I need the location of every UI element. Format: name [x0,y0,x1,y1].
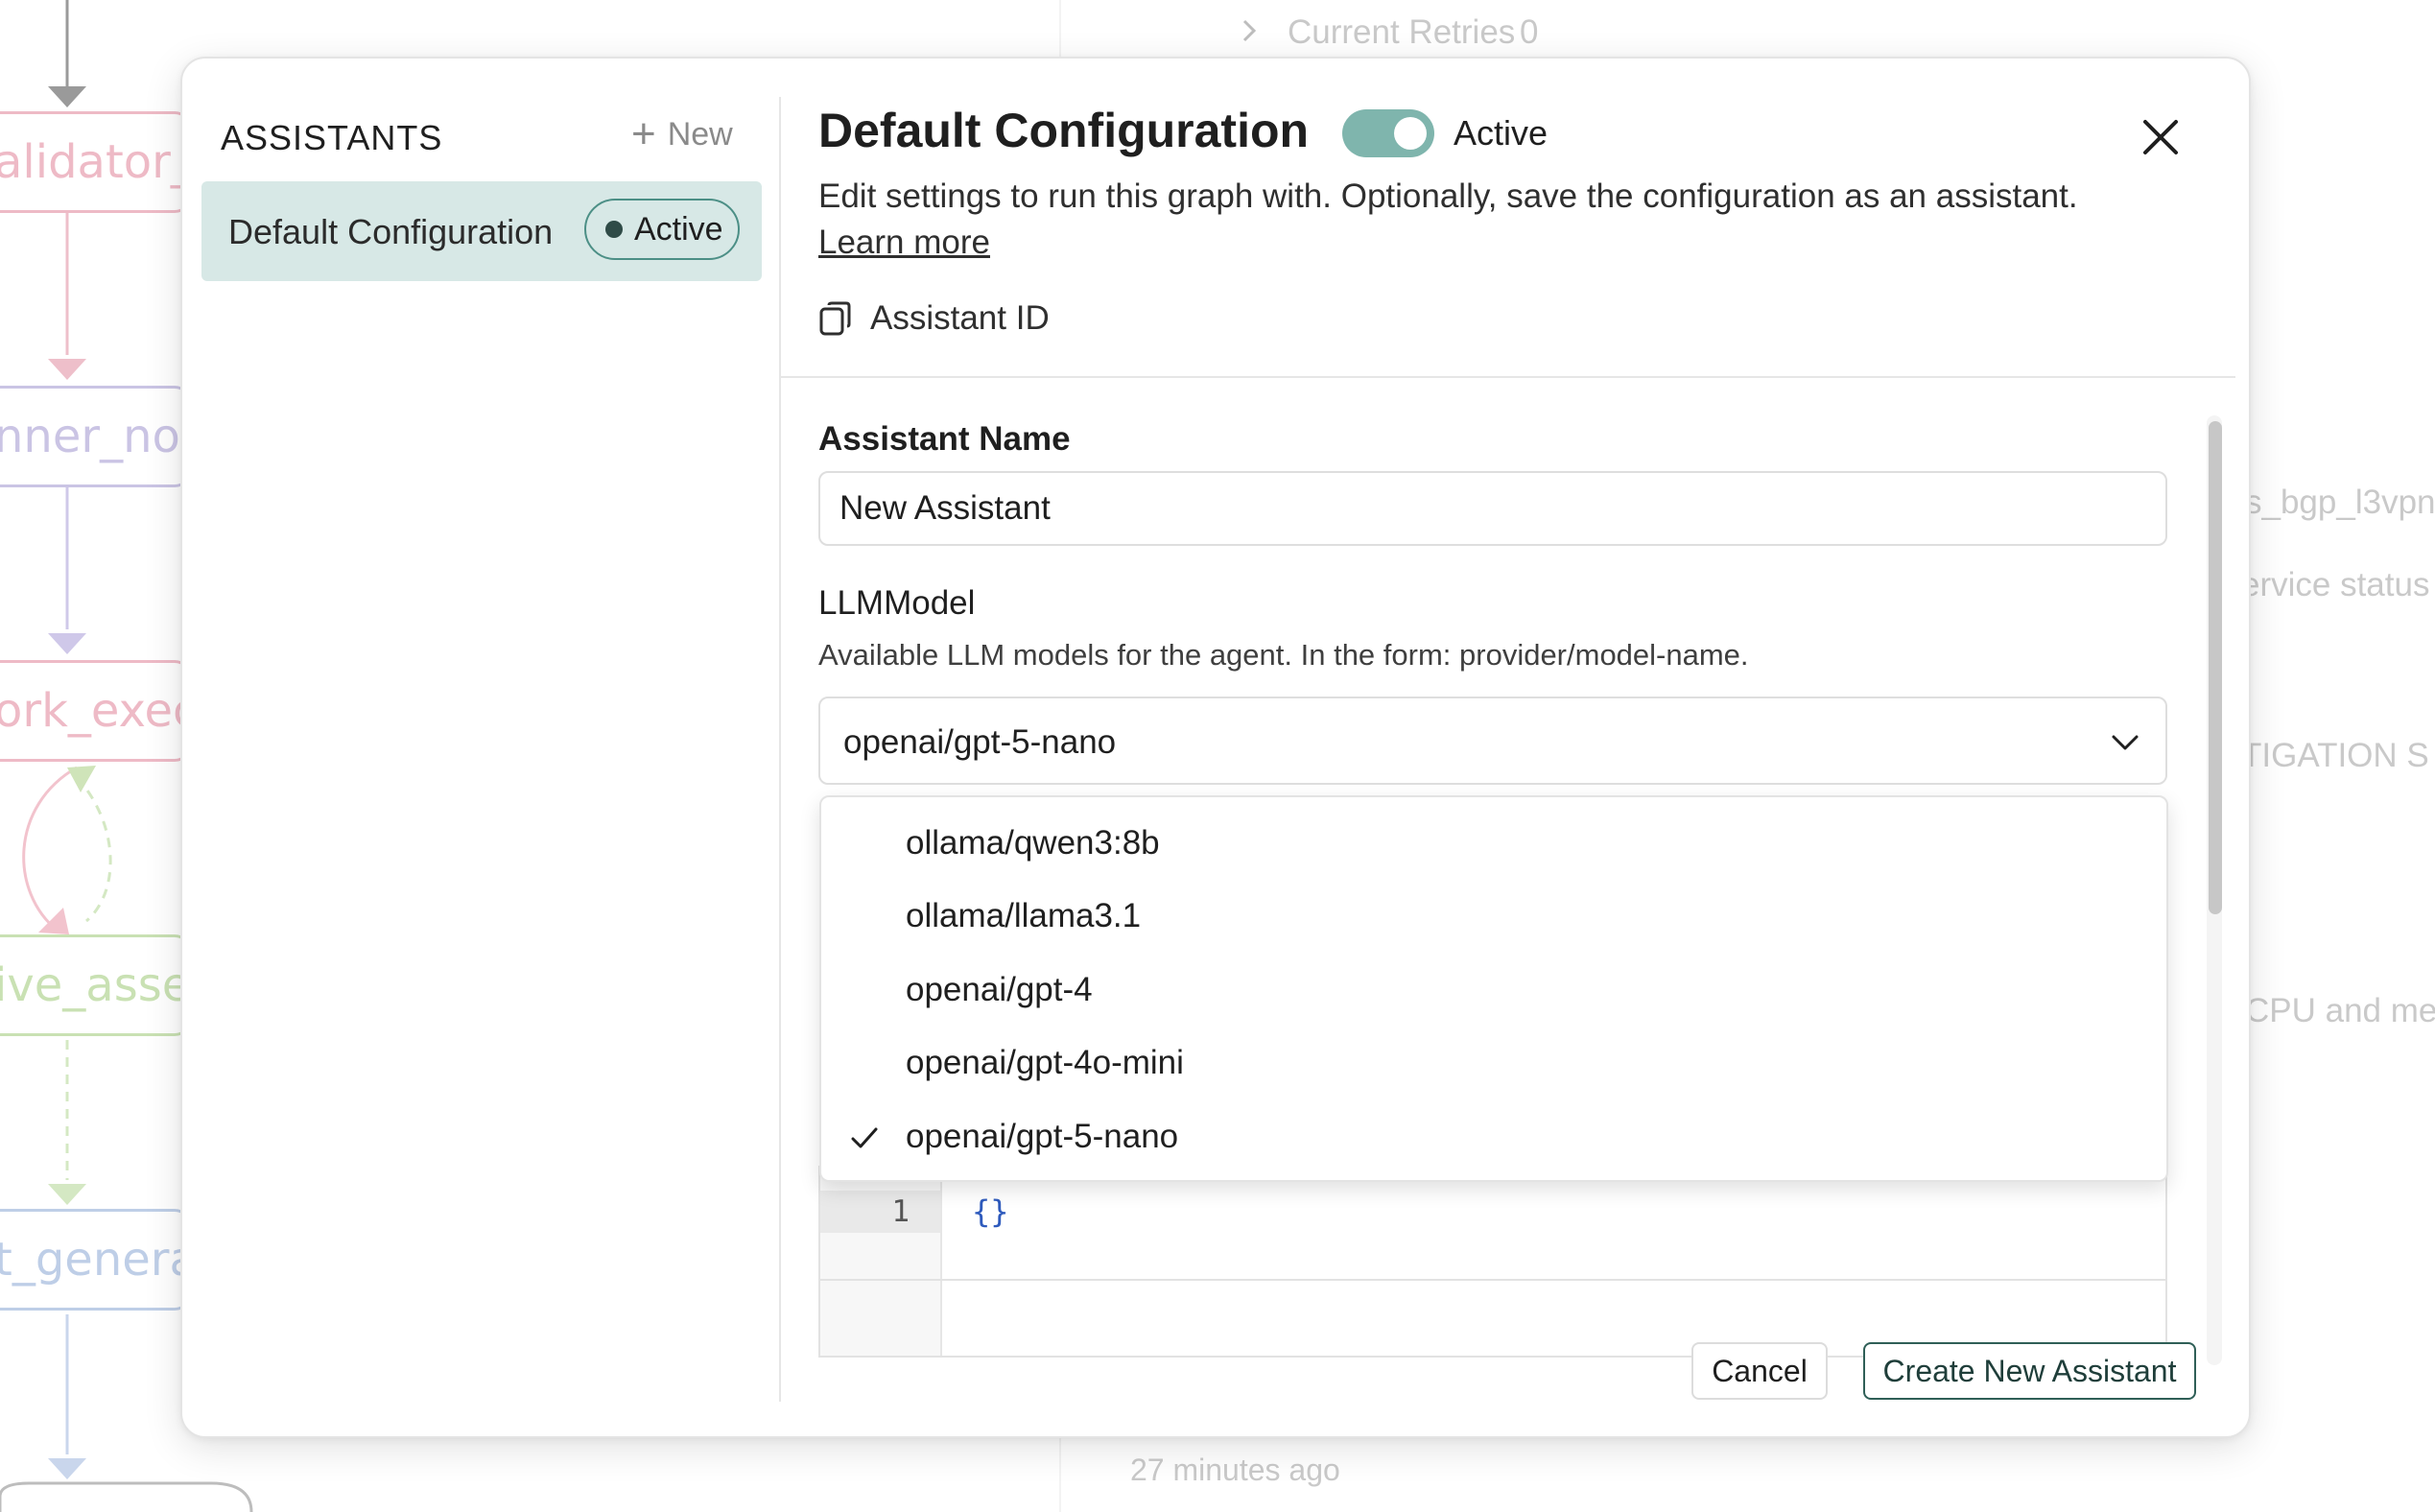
close-icon [2143,120,2178,154]
status-badge: Active [584,199,740,260]
close-button[interactable] [2136,112,2186,162]
sidebar-heading: ASSISTANTS [221,118,443,157]
graph-node-label: nner_nod [0,410,189,463]
dropdown-option[interactable]: ollama/llama3.1 [821,880,2166,953]
chevron-down-icon [2112,735,2139,750]
background-text: CPU and me [2245,992,2435,1029]
current-retries-count: 0 [1520,13,1539,51]
active-toggle[interactable] [1342,109,1434,157]
background-text: ervice status [2241,566,2430,603]
dropdown-option[interactable]: openai/gpt-4 [821,954,2166,1027]
graph-node-label: t_genera [0,1233,192,1287]
llm-model-select[interactable]: openai/gpt-5-nano [818,697,2167,785]
graph-node: ive_asse [0,934,192,1036]
graph-node: nner_nod [0,386,192,487]
form-scrollbar-thumb[interactable] [2209,421,2222,914]
dropdown-option[interactable]: openai/gpt-4o-mini [821,1027,2166,1099]
code-line[interactable]: {} [972,1191,1009,1233]
sidebar-divider [779,97,781,1402]
new-assistant-button[interactable]: + New [631,110,733,158]
llm-model-selected-value: openai/gpt-5-nano [843,723,1117,761]
dialog-title: Default Configuration [818,104,1310,157]
sidebar-item-default-configuration[interactable]: Default Configuration Active [201,181,762,281]
configuration-dialog: ASSISTANTS + New Default Configuration A… [180,57,2251,1438]
toggle-knob [1394,117,1427,150]
copy-assistant-id-button[interactable]: Assistant ID [818,295,1050,343]
learn-more-link[interactable]: Learn more [818,224,990,262]
status-dot-icon [605,221,623,238]
current-retries-label: Current Retries [1288,13,1516,51]
line-number: 1 [891,1194,910,1229]
line-number-gutter: 1 [820,1166,942,1356]
create-new-assistant-button[interactable]: Create New Assistant [1863,1342,2196,1400]
dialog-description: Edit settings to run this graph with. Op… [818,177,2078,215]
plus-icon: + [631,110,656,157]
graph-node: ork_exec [0,660,192,762]
new-assistant-label: New [667,115,733,153]
llm-model-label: LLMModel [818,584,976,622]
dropdown-option[interactable]: ollama/qwen3:8b [821,807,2166,880]
active-toggle-label: Active [1454,113,1548,153]
option-label: ollama/qwen3:8b [906,824,1160,862]
llm-model-help-text: Available LLM models for the agent. In t… [818,638,1749,672]
option-label: openai/gpt-4 [906,971,1093,1008]
sidebar-item-label: Default Configuration [228,212,554,251]
background-text: s_bgp_l3vpn [2245,484,2435,521]
option-label: ollama/llama3.1 [906,897,1142,934]
dropdown-option-selected[interactable]: openai/gpt-5-nano [821,1100,2166,1173]
graph-node-label: ive_asse [0,958,191,1012]
graph-node-label: alidator_ [0,135,192,189]
status-badge-label: Active [634,210,723,248]
cancel-button[interactable]: Cancel [1691,1342,1828,1400]
option-label: openai/gpt-4o-mini [906,1044,1184,1081]
background-text: TIGATION S [2241,737,2429,774]
assistant-name-input[interactable] [818,471,2167,546]
timestamp: 27 minutes ago [1130,1453,1340,1487]
graph-node: alidator_ [0,111,192,213]
assistant-id-label: Assistant ID [870,299,1050,337]
header-divider [781,376,2235,378]
graph-node-label: ork_exec [0,684,192,738]
check-icon [851,1127,878,1148]
code-divider [820,1279,2165,1281]
option-label: openai/gpt-5-nano [906,1118,1179,1155]
llm-model-dropdown: ollama/qwen3:8b ollama/llama3.1 openai/g… [819,795,2168,1182]
config-code-editor[interactable]: 1 {} [818,1166,2167,1358]
copy-icon [819,301,851,336]
active-line-highlight [820,1191,940,1233]
assistant-name-label: Assistant Name [818,420,1071,458]
graph-node: t_genera [0,1209,192,1311]
